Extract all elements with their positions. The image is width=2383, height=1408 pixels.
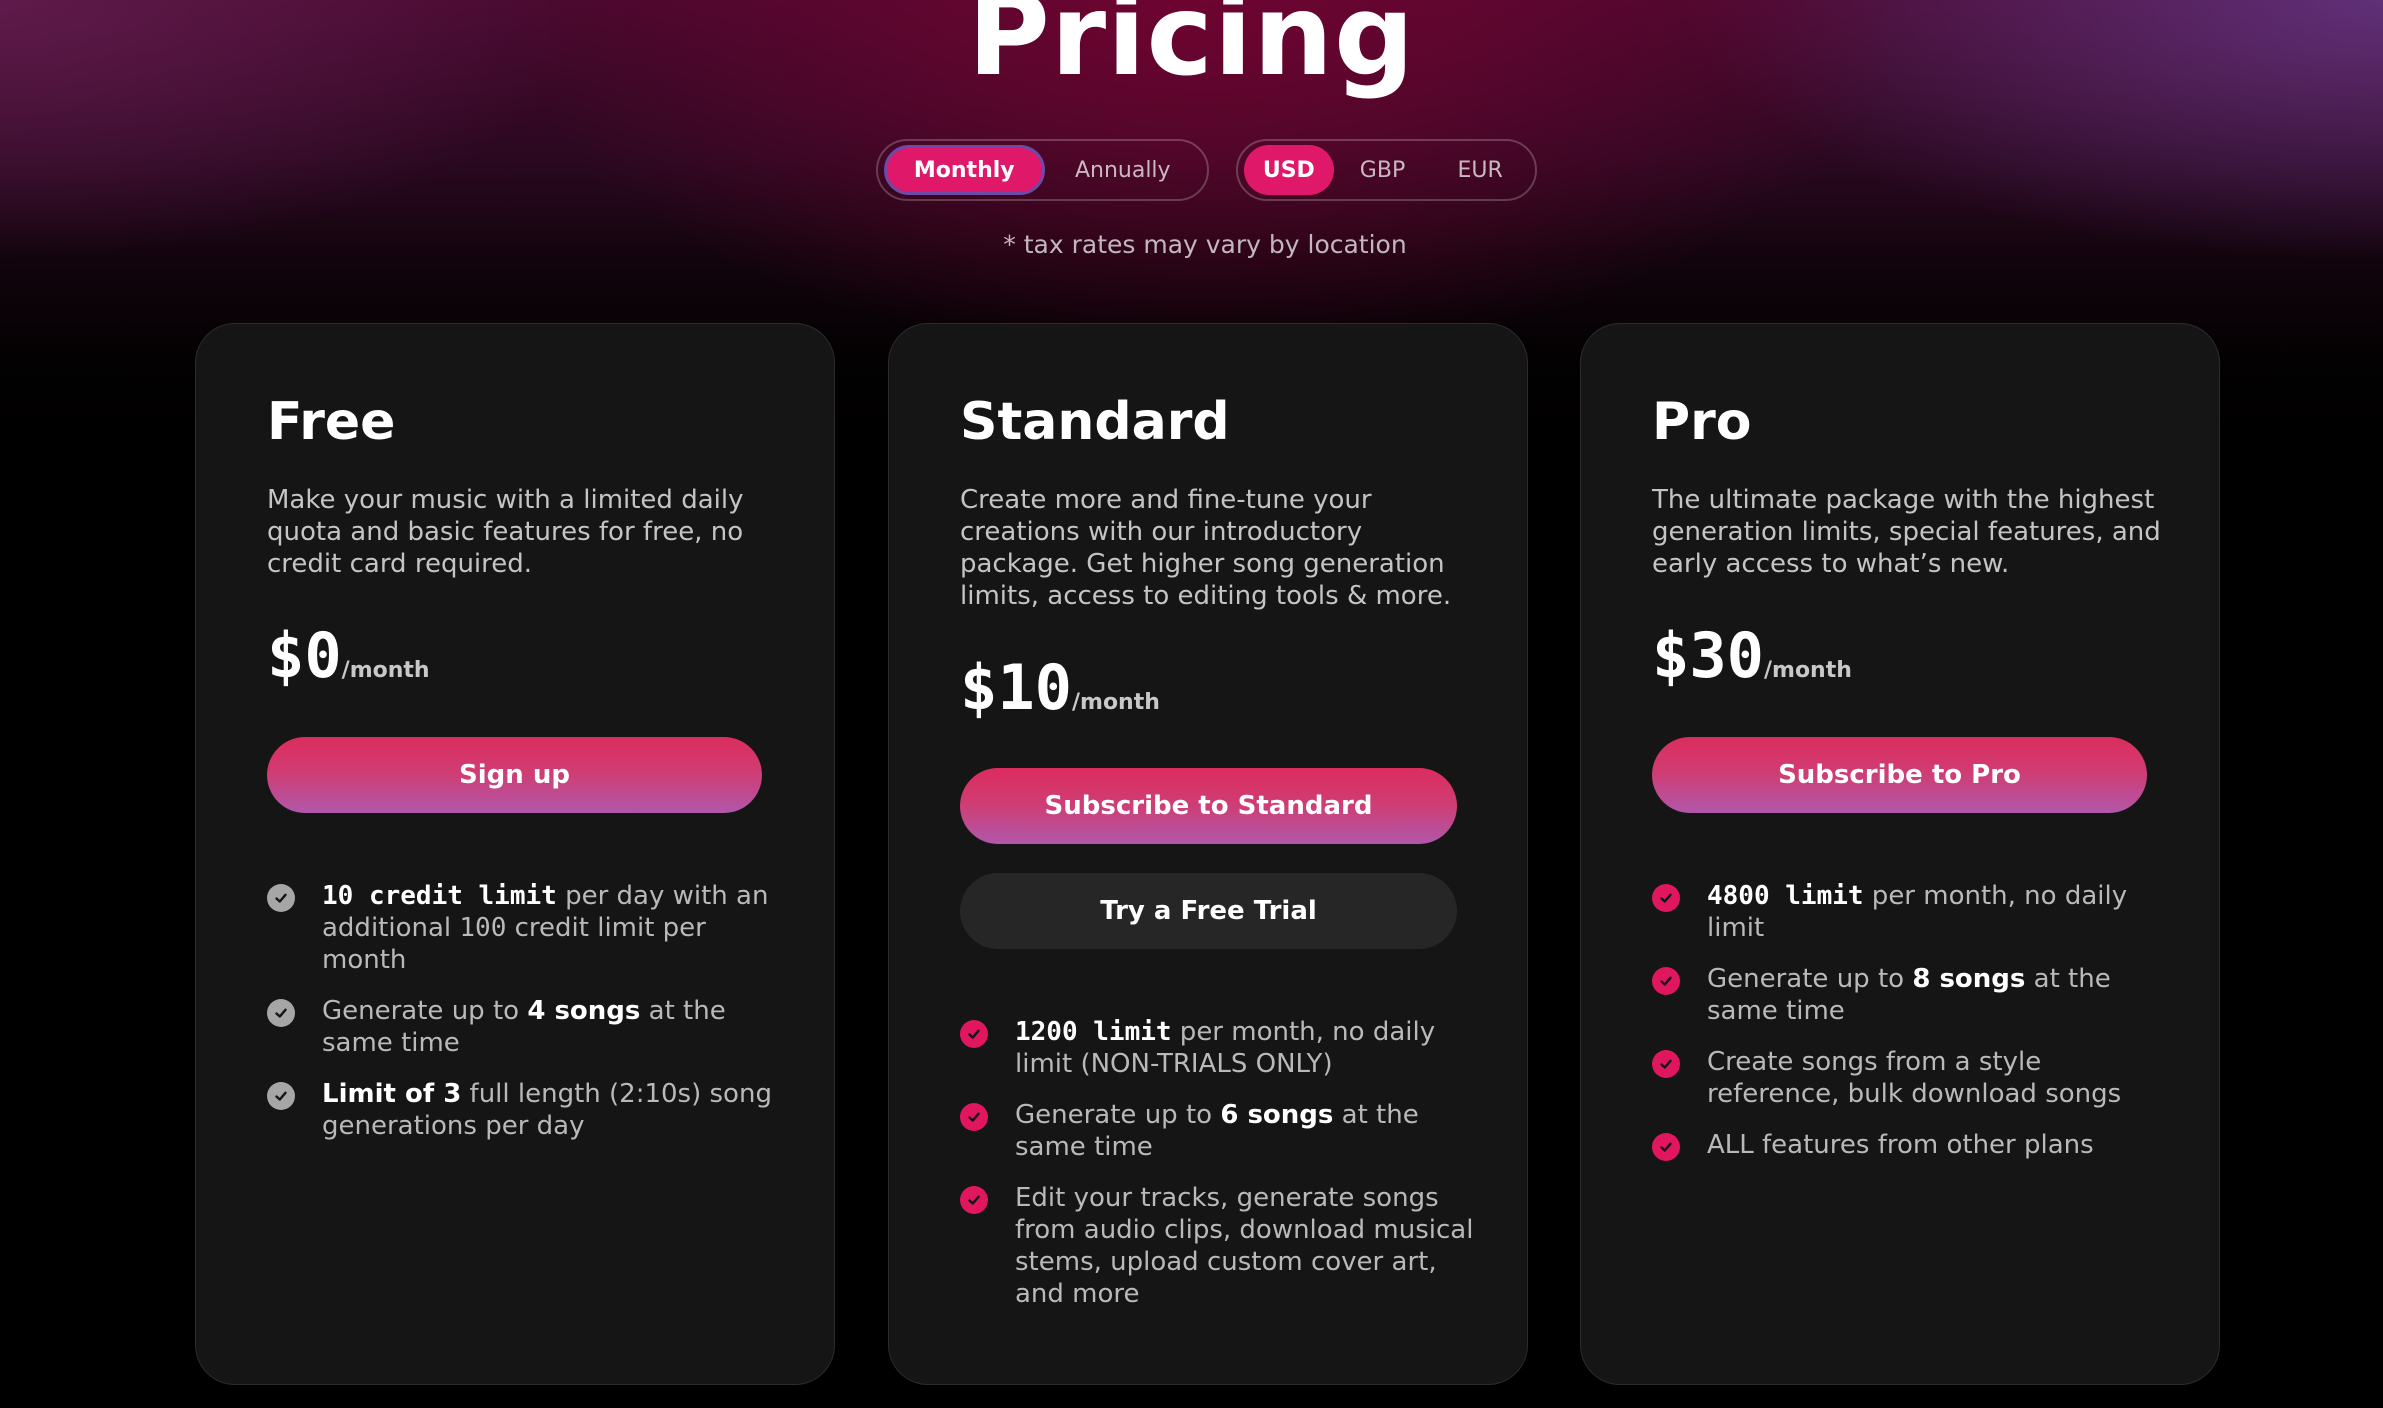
- plan-price: $30/month: [1652, 616, 1852, 711]
- check-icon: [1652, 1133, 1680, 1161]
- tax-note: * tax rates may vary by location: [1003, 230, 1407, 259]
- check-icon: [960, 1103, 988, 1131]
- check-icon: [267, 884, 295, 912]
- feature-item: 10 credit limit per day with an addition…: [267, 880, 787, 976]
- free-trial-button[interactable]: Try a Free Trial: [960, 873, 1457, 949]
- feature-item: Create songs from a style reference, bul…: [1652, 1046, 2172, 1110]
- sign-up-button[interactable]: Sign up: [267, 737, 762, 813]
- currency-gbp-option[interactable]: GBP: [1334, 145, 1432, 195]
- check-icon: [960, 1186, 988, 1214]
- price-amount: $10: [960, 651, 1072, 724]
- currency-usd-option[interactable]: USD: [1244, 145, 1334, 195]
- plan-card-pro: Pro The ultimate package with the highes…: [1580, 323, 2220, 1385]
- feature-item: Generate up to 4 songs at the same time: [267, 995, 787, 1059]
- currency-toggle[interactable]: USD GBP EUR: [1236, 139, 1537, 201]
- feature-item: Generate up to 6 songs at the same time: [960, 1099, 1480, 1163]
- plan-description: Create more and fine-tune your creations…: [960, 485, 1452, 611]
- plan-description: The ultimate package with the highest ge…: [1652, 485, 2161, 579]
- plan-price: $10/month: [960, 648, 1160, 743]
- price-period: /month: [341, 658, 430, 683]
- feature-list: 1200 limit per month, no daily limit (NO…: [960, 1016, 1480, 1329]
- page-title: Pricing: [967, 0, 1416, 101]
- plan-name: Free: [267, 392, 396, 452]
- currency-eur-option[interactable]: EUR: [1431, 145, 1529, 195]
- feature-list: 4800 limit per month, no daily limit Gen…: [1652, 880, 2172, 1180]
- subscribe-pro-button[interactable]: Subscribe to Pro: [1652, 737, 2147, 813]
- billing-period-toggle[interactable]: Monthly Annually: [876, 139, 1209, 201]
- price-amount: $0: [267, 619, 342, 692]
- plan-name: Standard: [960, 392, 1230, 452]
- check-icon: [1652, 1050, 1680, 1078]
- price-period: /month: [1071, 690, 1160, 715]
- billing-monthly-option[interactable]: Monthly: [884, 145, 1045, 195]
- check-icon: [960, 1020, 988, 1048]
- feature-item: Edit your tracks, generate songs from au…: [960, 1182, 1480, 1310]
- check-icon: [1652, 967, 1680, 995]
- price-period: /month: [1763, 658, 1852, 683]
- check-icon: [1652, 884, 1680, 912]
- feature-item: ALL features from other plans: [1652, 1129, 2172, 1161]
- feature-list: 10 credit limit per day with an addition…: [267, 880, 787, 1161]
- billing-annually-option[interactable]: Annually: [1045, 145, 1201, 195]
- feature-item: Limit of 3 full length (2:10s) song gene…: [267, 1078, 787, 1142]
- plan-price: $0/month: [267, 616, 430, 711]
- check-icon: [267, 999, 295, 1027]
- feature-item: 1200 limit per month, no daily limit (NO…: [960, 1016, 1480, 1080]
- check-icon: [267, 1082, 295, 1110]
- plan-card-free: Free Make your music with a limited dail…: [195, 323, 835, 1385]
- price-amount: $30: [1652, 619, 1764, 692]
- feature-item: 4800 limit per month, no daily limit: [1652, 880, 2172, 944]
- feature-item: Generate up to 8 songs at the same time: [1652, 963, 2172, 1027]
- plan-card-standard: Standard Create more and fine-tune your …: [888, 323, 1528, 1385]
- subscribe-standard-button[interactable]: Subscribe to Standard: [960, 768, 1457, 844]
- plan-name: Pro: [1652, 392, 1752, 452]
- plan-description: Make your music with a limited daily quo…: [267, 485, 744, 579]
